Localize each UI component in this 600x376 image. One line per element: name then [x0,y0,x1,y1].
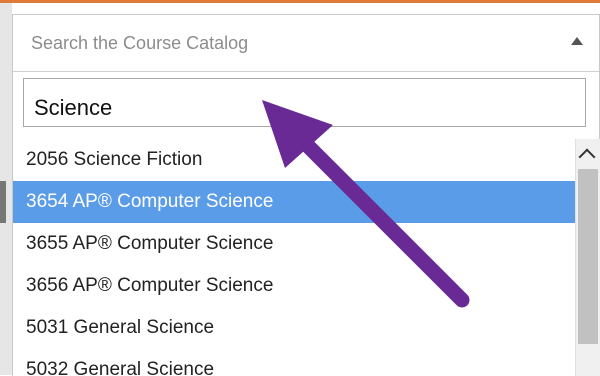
list-item[interactable]: 5031 General Science [13,307,575,349]
background-edge-dark [0,181,6,223]
search-input[interactable] [23,78,586,127]
results-list: 2056 Science Fiction 3654 AP® Computer S… [13,139,575,376]
course-catalog-dropdown: Search the Course Catalog 2056 Science F… [12,14,600,376]
top-accent-bar [0,0,600,3]
list-item[interactable]: 3655 AP® Computer Science [13,223,575,265]
background-edge [0,3,12,375]
list-item-highlighted[interactable]: 3654 AP® Computer Science [13,181,575,223]
select-placeholder: Search the Course Catalog [31,33,249,53]
course-catalog-select[interactable]: Search the Course Catalog [13,15,599,72]
caret-up-icon[interactable] [571,37,583,45]
scrollbar-thumb[interactable] [578,169,598,344]
list-item[interactable]: 5032 General Science [13,349,575,376]
chevron-up-icon[interactable] [578,148,596,166]
list-item[interactable]: 2056 Science Fiction [13,139,575,181]
results-scrollbar[interactable] [575,139,600,376]
list-item[interactable]: 3656 AP® Computer Science [13,265,575,307]
